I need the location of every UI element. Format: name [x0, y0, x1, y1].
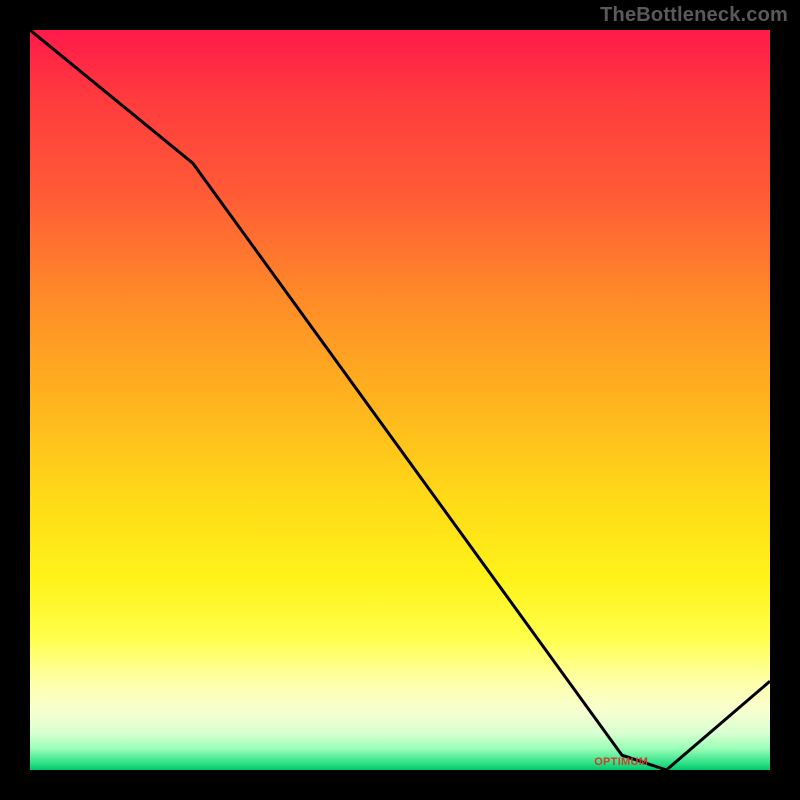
curve-line — [30, 30, 770, 770]
bottleneck-curve — [30, 30, 770, 770]
optimum-label: OPTIMUM — [594, 756, 648, 768]
attribution-text: TheBottleneck.com — [600, 4, 788, 27]
chart-container: TheBottleneck.com OPTIMUM — [0, 0, 800, 800]
plot-area: OPTIMUM — [30, 30, 770, 770]
